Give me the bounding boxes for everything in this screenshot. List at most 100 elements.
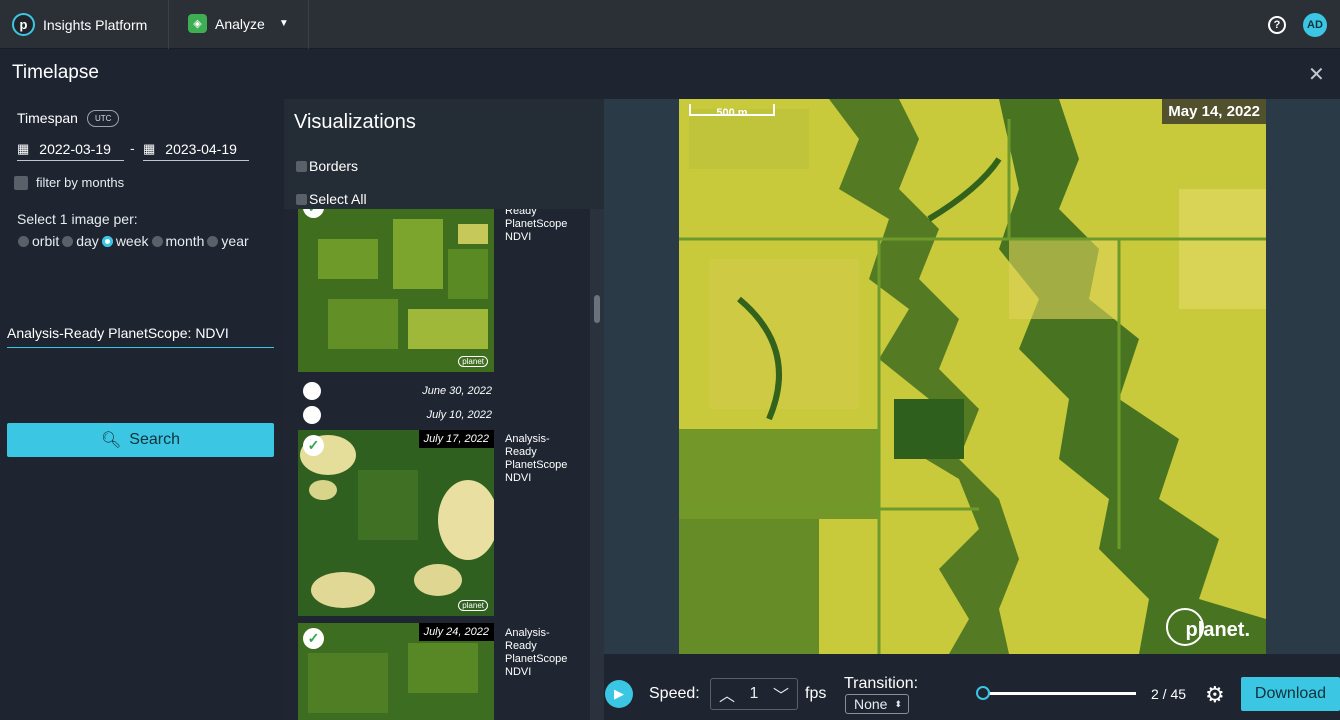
image-date: July 10, 2022 <box>426 409 492 421</box>
image-thumbnail[interactable]: July 17, 2022 ✓ planet <box>298 430 494 616</box>
transition-value: None <box>854 696 888 712</box>
chevron-up-icon[interactable]: ︿ <box>719 682 735 706</box>
ndvi-map-image <box>679 99 1266 654</box>
planet-tag: planet <box>458 600 488 611</box>
page-title: Timelapse <box>12 62 99 83</box>
playback-controls: ▶ Speed: ︿ 1 ﹀ fps Transition: None ⬍ 2 … <box>604 654 1340 720</box>
utc-badge: UTC <box>87 110 120 127</box>
radio-week[interactable]: week <box>101 233 149 249</box>
end-date-value: 2023-04-19 <box>165 141 237 157</box>
meta-line: NDVI <box>505 231 532 243</box>
chevron-down-icon: ▼ <box>278 18 289 29</box>
slider-knob[interactable] <box>975 686 990 700</box>
ndvi-thumbnail-image <box>298 430 494 616</box>
selected-check-icon[interactable]: ✓ <box>303 435 324 456</box>
radio-button[interactable] <box>207 235 219 247</box>
timespan-label: Timespan <box>17 110 78 126</box>
play-button[interactable]: ▶ <box>605 680 633 708</box>
radio-year[interactable]: year <box>207 233 249 249</box>
image-thumbnail[interactable]: July 24, 2022 ✓ <box>298 623 494 720</box>
fps-label: fps <box>805 685 827 702</box>
transition-label: Transition: <box>844 675 919 692</box>
image-date-badge: July 24, 2022 <box>418 623 494 641</box>
scrollbar[interactable] <box>590 209 604 720</box>
chevron-down-icon[interactable]: ﹀ <box>773 682 789 706</box>
radio-button-selected[interactable] <box>101 235 113 247</box>
radio-label: week <box>115 233 149 249</box>
borders-toggle[interactable]: Borders <box>296 158 358 174</box>
transition-select[interactable]: None ⬍ <box>845 694 909 714</box>
period-radio-group: orbit day week month year <box>18 233 249 249</box>
radio-button[interactable] <box>62 235 74 247</box>
meta-line: NDVI <box>505 666 532 678</box>
download-button[interactable]: Download <box>1241 677 1340 711</box>
image-list[interactable]: ✓ planet Ready PlanetScope NDVI June 30,… <box>284 209 590 720</box>
search-icon: 🔍︎ <box>100 432 122 449</box>
image-date: June 30, 2022 <box>422 385 492 397</box>
filter-by-months-toggle[interactable]: filter by months <box>14 175 124 190</box>
visualizations-panel: Visualizations Borders Select All ✓ plan… <box>284 99 604 720</box>
radio-month[interactable]: month <box>151 233 205 249</box>
image-thumbnail[interactable]: ✓ planet <box>298 209 494 372</box>
meta-line: Ready <box>505 209 537 217</box>
layers-icon: ◈ <box>188 14 207 33</box>
start-date-field[interactable]: ▦ 2022-03-19 <box>17 138 124 161</box>
period-label: Select 1 image per: <box>17 211 138 227</box>
select-image-radio[interactable] <box>303 382 321 400</box>
meta-line: Analysis- <box>505 433 550 445</box>
select-all-label: Select All <box>309 191 367 207</box>
updown-arrows-icon: ⬍ <box>894 698 902 709</box>
speed-stepper[interactable]: ︿ 1 ﹀ <box>710 678 798 710</box>
module-switcher[interactable]: ◈ Analyze ▼ <box>188 14 289 33</box>
speed-value: 1 <box>749 685 759 702</box>
checkbox[interactable] <box>296 160 307 172</box>
image-date-badge: July 17, 2022 <box>418 430 494 448</box>
checkbox[interactable] <box>296 193 307 205</box>
select-image-radio[interactable] <box>303 406 321 424</box>
radio-label: year <box>221 233 249 249</box>
module-label: Analyze <box>215 15 265 32</box>
search-button[interactable]: 🔍︎ Search <box>7 423 274 457</box>
radio-button[interactable] <box>151 235 163 247</box>
brand[interactable]: p Insights Platform <box>12 13 147 36</box>
source-select[interactable]: Analysis-Ready PlanetScope: NDVI <box>7 325 274 348</box>
end-date-field[interactable]: ▦ 2023-04-19 <box>143 138 249 161</box>
meta-line: PlanetScope <box>505 653 568 665</box>
meta-line: NDVI <box>505 472 532 484</box>
image-meta: Analysis- Ready PlanetScope NDVI <box>505 433 585 485</box>
ndvi-thumbnail-image <box>298 209 494 372</box>
meta-line: PlanetScope <box>505 218 568 230</box>
filter-by-months-label: filter by months <box>36 175 125 190</box>
frame-slider[interactable] <box>975 686 1136 700</box>
meta-line: Ready <box>505 446 537 458</box>
map-view[interactable]: 500 m May 14, 2022 planet. <box>679 99 1266 654</box>
planet-watermark: planet. <box>1185 619 1250 641</box>
gear-icon[interactable]: ⚙ <box>1205 682 1225 708</box>
speed-label: Speed: <box>649 685 700 702</box>
radio-label: month <box>165 233 205 249</box>
top-nav: p Insights Platform ◈ Analyze ▼ ? AD <box>0 0 1340 49</box>
image-meta: Ready PlanetScope NDVI <box>505 209 585 244</box>
checkbox[interactable] <box>14 175 28 190</box>
selected-check-icon[interactable]: ✓ <box>303 628 324 649</box>
calendar-icon: ▦ <box>17 141 30 156</box>
date-separator: - <box>130 140 135 156</box>
radio-orbit[interactable]: orbit <box>18 233 59 249</box>
select-all-toggle[interactable]: Select All <box>296 191 367 207</box>
visualizations-title: Visualizations <box>294 111 416 133</box>
help-icon[interactable]: ? <box>1268 16 1286 34</box>
image-meta: Analysis- Ready PlanetScope NDVI <box>505 627 585 679</box>
planet-logo-icon: p <box>12 13 35 36</box>
play-icon: ▶ <box>614 686 624 701</box>
scrollbar-thumb[interactable] <box>594 295 600 323</box>
scale-label: 500 m <box>716 107 748 119</box>
radio-day[interactable]: day <box>62 233 99 249</box>
nav-divider <box>168 0 169 49</box>
avatar[interactable]: AD <box>1303 13 1327 37</box>
frame-counter: 2 / 45 <box>1151 686 1187 702</box>
radio-button[interactable] <box>18 235 29 247</box>
close-icon[interactable]: ✕ <box>1308 62 1325 87</box>
meta-line: Ready <box>505 640 537 652</box>
nav-divider <box>308 0 309 49</box>
start-date-value: 2022-03-19 <box>39 141 111 157</box>
